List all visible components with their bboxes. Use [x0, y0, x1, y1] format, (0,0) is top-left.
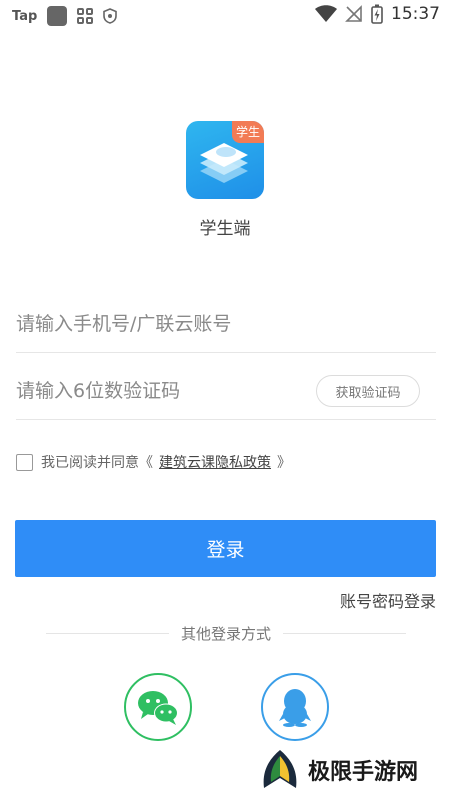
password-login-link[interactable]: 账号密码登录 [340, 588, 436, 612]
watermark-text: 极限手游网 [308, 759, 419, 785]
phone-field [16, 296, 436, 353]
app-square-icon [47, 6, 68, 26]
qq-login-button[interactable] [261, 673, 329, 741]
wechat-icon [138, 691, 178, 725]
status-app-label: Tap [12, 8, 38, 24]
wechat-login-button[interactable] [124, 673, 192, 741]
agreement-checkbox[interactable] [16, 453, 33, 471]
app-logo: 学生 [186, 121, 264, 199]
wifi-icon [315, 5, 337, 22]
other-login-label: 其他登录方式 [181, 624, 272, 643]
status-time: 15:37 [391, 4, 440, 24]
logo-badge: 学生 [232, 121, 264, 143]
grid-icon [77, 8, 94, 24]
agreement-suffix: 》 [277, 455, 291, 471]
code-input[interactable] [16, 363, 296, 419]
signal-off-icon [345, 5, 362, 22]
agreement-prefix: 我已阅读并同意《 [41, 455, 153, 471]
agreement-row: 我已阅读并同意《 建筑云课隐私政策 》 [16, 452, 291, 472]
battery-icon [371, 4, 383, 24]
phone-input[interactable] [16, 296, 296, 352]
status-bar: Tap 15:37 [0, 0, 450, 32]
app-name: 学生端 [199, 219, 251, 239]
watermark-logo-icon [263, 750, 297, 788]
get-code-button[interactable]: 获取验证码 [316, 375, 420, 407]
code-field: 获取验证码 [16, 363, 436, 420]
shield-icon [103, 8, 118, 24]
divider-line-right [283, 632, 407, 634]
privacy-policy-link[interactable]: 建筑云课隐私政策 [159, 452, 271, 472]
login-button[interactable]: 登录 [15, 520, 436, 577]
watermark: 极限手游网 [258, 748, 418, 792]
divider-line-left [46, 632, 169, 634]
other-login-divider: 其他登录方式 [46, 622, 407, 644]
qq-icon [279, 689, 311, 727]
